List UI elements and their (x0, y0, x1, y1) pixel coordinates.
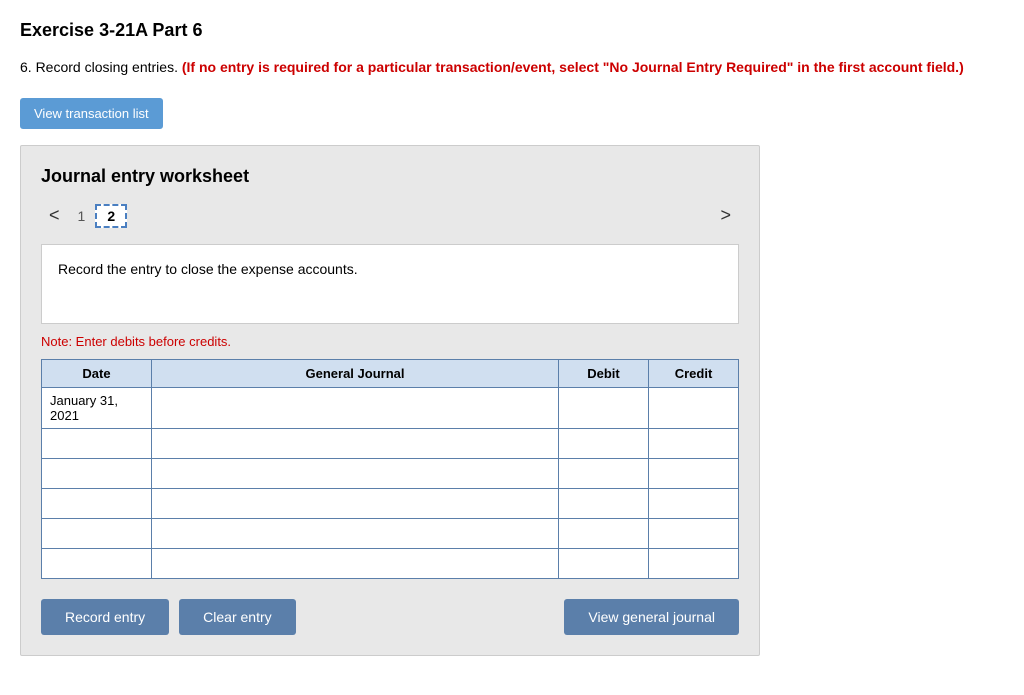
account-cell-1[interactable] (152, 388, 559, 429)
account-cell-5[interactable] (152, 519, 559, 549)
credit-input-4[interactable] (657, 496, 730, 511)
col-header-date: Date (42, 360, 152, 388)
page-2-button[interactable]: 2 (95, 204, 127, 228)
credit-input-3[interactable] (657, 466, 730, 481)
credit-input-2[interactable] (657, 436, 730, 451)
debit-cell-6[interactable] (559, 549, 649, 579)
debit-cell-4[interactable] (559, 489, 649, 519)
debit-input-5[interactable] (567, 526, 640, 541)
account-cell-2[interactable] (152, 429, 559, 459)
table-row: January 31,2021 (42, 388, 739, 429)
account-input-2[interactable] (160, 436, 550, 451)
account-input-6[interactable] (160, 556, 550, 571)
debit-input-1[interactable] (567, 401, 640, 416)
debit-cell-1[interactable] (559, 388, 649, 429)
credit-input-5[interactable] (657, 526, 730, 541)
nav-left-arrow[interactable]: < (41, 203, 68, 228)
nav-right-arrow[interactable]: > (712, 203, 739, 228)
debit-input-3[interactable] (567, 466, 640, 481)
credit-cell-4[interactable] (649, 489, 739, 519)
date-cell-2 (42, 429, 152, 459)
col-header-debit: Debit (559, 360, 649, 388)
credit-cell-5[interactable] (649, 519, 739, 549)
table-row (42, 549, 739, 579)
credit-input-1[interactable] (657, 401, 730, 416)
credit-cell-3[interactable] (649, 459, 739, 489)
table-row (42, 489, 739, 519)
account-cell-6[interactable] (152, 549, 559, 579)
instructions: 6. Record closing entries. (If no entry … (20, 57, 1004, 78)
worksheet-container: Journal entry worksheet < 1 2 > Record t… (20, 145, 760, 656)
debit-input-2[interactable] (567, 436, 640, 451)
table-row (42, 459, 739, 489)
debit-cell-5[interactable] (559, 519, 649, 549)
account-input-4[interactable] (160, 496, 550, 511)
debit-cell-2[interactable] (559, 429, 649, 459)
record-entry-button[interactable]: Record entry (41, 599, 169, 635)
journal-table: Date General Journal Debit Credit Januar… (41, 359, 739, 579)
description-text: Record the entry to close the expense ac… (58, 261, 358, 277)
date-cell-4 (42, 489, 152, 519)
credit-cell-2[interactable] (649, 429, 739, 459)
date-cell-6 (42, 549, 152, 579)
col-header-credit: Credit (649, 360, 739, 388)
table-row (42, 519, 739, 549)
credit-cell-6[interactable] (649, 549, 739, 579)
date-cell-1: January 31,2021 (42, 388, 152, 429)
view-transaction-button[interactable]: View transaction list (20, 98, 163, 129)
debit-input-4[interactable] (567, 496, 640, 511)
debit-input-6[interactable] (567, 556, 640, 571)
table-row (42, 429, 739, 459)
worksheet-title: Journal entry worksheet (41, 166, 739, 187)
credit-input-6[interactable] (657, 556, 730, 571)
clear-entry-button[interactable]: Clear entry (179, 599, 295, 635)
account-cell-4[interactable] (152, 489, 559, 519)
account-input-1[interactable] (160, 401, 550, 416)
credit-cell-1[interactable] (649, 388, 739, 429)
action-buttons: Record entry Clear entry View general jo… (41, 599, 739, 635)
date-cell-5 (42, 519, 152, 549)
date-cell-3 (42, 459, 152, 489)
note-text: Note: Enter debits before credits. (41, 334, 739, 349)
account-input-3[interactable] (160, 466, 550, 481)
debit-cell-3[interactable] (559, 459, 649, 489)
view-general-journal-button[interactable]: View general journal (564, 599, 739, 635)
page-navigation: < 1 2 > (41, 203, 739, 228)
page-title: Exercise 3-21A Part 6 (20, 20, 1004, 41)
page-1-button[interactable]: 1 (68, 206, 96, 226)
description-box: Record the entry to close the expense ac… (41, 244, 739, 324)
col-header-general-journal: General Journal (152, 360, 559, 388)
account-cell-3[interactable] (152, 459, 559, 489)
account-input-5[interactable] (160, 526, 550, 541)
